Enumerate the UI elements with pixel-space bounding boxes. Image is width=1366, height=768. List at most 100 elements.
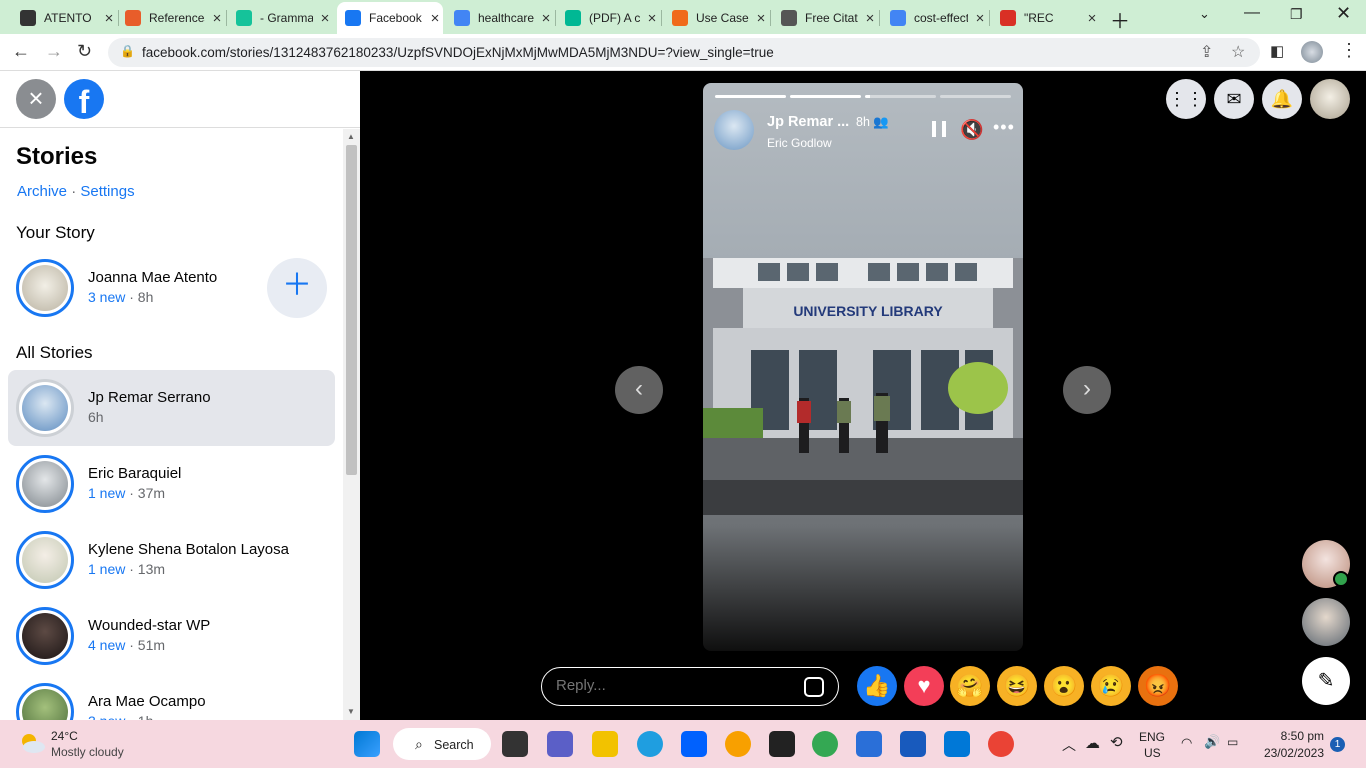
messenger-icon[interactable]: ✉ [1214, 79, 1254, 119]
chrome-icon[interactable] [812, 731, 838, 757]
story-item[interactable]: Wounded-star WP 4 new · 51m [8, 598, 335, 674]
back-button[interactable]: ← [12, 41, 30, 62]
browser-tab[interactable]: Facebook × [337, 2, 443, 34]
browser-tab[interactable]: cost-effective × [882, 4, 988, 32]
facebook-logo[interactable]: f [64, 79, 104, 120]
teams-chat-icon[interactable] [547, 731, 573, 757]
sticker-icon[interactable] [804, 677, 824, 697]
browser-tab[interactable]: "REC × [992, 4, 1100, 32]
tab-search-chevron-icon[interactable]: ⌄ [1199, 6, 1210, 22]
system-clock[interactable]: 8:50 pm 23/02/2023 [1258, 729, 1324, 760]
like-reaction-icon[interactable]: 👍 [857, 666, 897, 706]
close-tab-icon[interactable]: × [1084, 10, 1100, 27]
browser-tab[interactable]: Free Citation × [773, 4, 878, 32]
story-author-name[interactable]: Jp Remar ... [767, 114, 849, 130]
love-reaction-icon[interactable]: ♥ [904, 666, 944, 706]
previous-story-button[interactable]: ‹ [615, 366, 663, 414]
story-subtitle[interactable]: Eric Godlow [767, 136, 832, 150]
scroll-up-arrow-icon[interactable]: ▲ [347, 132, 355, 141]
browser-tab[interactable]: References × [117, 4, 225, 32]
chrome-profile-icon[interactable] [988, 731, 1014, 757]
close-tab-icon[interactable]: × [317, 10, 333, 27]
close-tab-icon[interactable]: × [972, 10, 988, 27]
bookmark-star-icon[interactable]: ☆ [1231, 42, 1245, 62]
windows-start-icon[interactable] [354, 731, 380, 757]
menu-grid-icon[interactable]: ⋮⋮ [1166, 79, 1206, 119]
settings-link[interactable]: Settings [80, 183, 134, 200]
address-bar[interactable]: 🔒 facebook.com/stories/1312483762180233/… [108, 38, 1260, 67]
weather-cloud-icon[interactable] [18, 732, 46, 754]
weather-description[interactable]: Mostly cloudy [51, 745, 124, 759]
close-tab-icon[interactable]: × [862, 10, 878, 27]
browser-tab[interactable]: healthcare × [446, 4, 554, 32]
story-item[interactable]: Kylene Shena Botalon Layosa 1 new · 13m [8, 522, 335, 598]
browser-tab[interactable]: - Grammarly × [228, 4, 333, 32]
close-stories-button[interactable]: × [16, 79, 56, 119]
close-tab-icon[interactable]: × [538, 10, 554, 27]
reply-box[interactable] [541, 667, 839, 706]
care-reaction-icon[interactable]: 🤗 [950, 666, 990, 706]
notification-badge[interactable]: 1 [1330, 737, 1345, 752]
story-item[interactable]: Ara Mae Ocampo 3 new · 1h [8, 674, 335, 720]
lock-icon[interactable]: 🔒 [120, 44, 135, 58]
story-item[interactable]: Jp Remar Serrano 6h [8, 370, 335, 446]
mute-icon[interactable]: 🔇 [960, 118, 984, 142]
vscode-icon[interactable] [944, 731, 970, 757]
scrollbar-thumb[interactable] [346, 145, 357, 475]
dropbox-icon[interactable] [681, 731, 707, 757]
minimize-button[interactable]: — [1244, 4, 1260, 22]
haha-reaction-icon[interactable]: 😆 [997, 666, 1037, 706]
wow-reaction-icon[interactable]: 😮 [1044, 666, 1084, 706]
browser-tab[interactable]: (PDF) A c × [557, 4, 660, 32]
norton-icon[interactable] [725, 731, 751, 757]
browser-tab[interactable]: ATENTO × [12, 4, 117, 32]
angry-reaction-icon[interactable]: 😡 [1138, 666, 1178, 706]
share-icon[interactable]: ⇪ [1200, 42, 1213, 62]
taskbar-search[interactable]: ⌕ Search [393, 728, 491, 760]
story-card[interactable]: Jp Remar ... 8h 👥 Eric Godlow 🔇 ••• UNIV… [703, 83, 1023, 651]
task-view-icon[interactable] [502, 731, 528, 757]
url-text[interactable]: facebook.com/stories/1312483762180233/Uz… [142, 45, 774, 60]
add-story-button[interactable]: ＋ [267, 258, 327, 318]
word-icon[interactable] [900, 731, 926, 757]
file-explorer-icon[interactable] [592, 731, 618, 757]
notifications-bell-icon[interactable]: 🔔 [1262, 79, 1302, 119]
sync-icon[interactable]: ⟲ [1110, 733, 1123, 751]
close-tab-icon[interactable]: × [209, 10, 225, 27]
language-code[interactable]: ENG [1139, 730, 1165, 744]
close-tab-icon[interactable]: × [753, 10, 769, 27]
sidebar-scrollbar[interactable]: ▲ ▼ [343, 129, 360, 720]
onedrive-icon[interactable]: ☁ [1085, 734, 1100, 752]
browser-tab[interactable]: Use Cases × [664, 4, 769, 32]
battery-icon[interactable]: ▭ [1227, 735, 1238, 749]
more-options-icon[interactable]: ••• [993, 117, 1015, 138]
next-story-button[interactable]: › [1063, 366, 1111, 414]
menu-kebab-icon[interactable]: ⋮ [1340, 40, 1358, 61]
edge-icon[interactable] [637, 731, 663, 757]
wifi-icon[interactable]: ◠ [1181, 735, 1192, 751]
side-panel-icon[interactable]: ◧ [1270, 42, 1284, 60]
story-author-avatar[interactable] [714, 110, 754, 150]
notepad-icon[interactable] [856, 731, 882, 757]
close-window-button[interactable]: ✕ [1336, 3, 1351, 24]
close-tab-icon[interactable]: × [101, 10, 117, 27]
profile-avatar[interactable] [1301, 41, 1323, 63]
show-hidden-icons-chevron-icon[interactable]: ︿ [1062, 735, 1076, 755]
reload-button[interactable]: ↻ [77, 41, 92, 62]
close-tab-icon[interactable]: × [427, 10, 443, 27]
volume-icon[interactable]: 🔊 [1204, 734, 1220, 750]
weather-temperature[interactable]: 24°C [51, 729, 78, 743]
sticky-notes-icon[interactable] [769, 731, 795, 757]
forward-button[interactable]: → [45, 41, 63, 62]
new-message-button[interactable]: ✎ [1302, 657, 1350, 705]
archive-link[interactable]: Archive [17, 183, 67, 200]
maximize-button[interactable]: ❐ [1290, 6, 1303, 23]
sad-reaction-icon[interactable]: 😢 [1091, 666, 1131, 706]
language-region[interactable]: US [1144, 746, 1161, 760]
close-tab-icon[interactable]: × [644, 10, 660, 27]
scroll-down-arrow-icon[interactable]: ▼ [347, 707, 355, 716]
pause-icon[interactable] [932, 121, 946, 137]
reply-input[interactable] [556, 677, 786, 694]
new-tab-button[interactable]: ＋ [1110, 5, 1130, 34]
contact-avatar[interactable] [1302, 598, 1350, 646]
